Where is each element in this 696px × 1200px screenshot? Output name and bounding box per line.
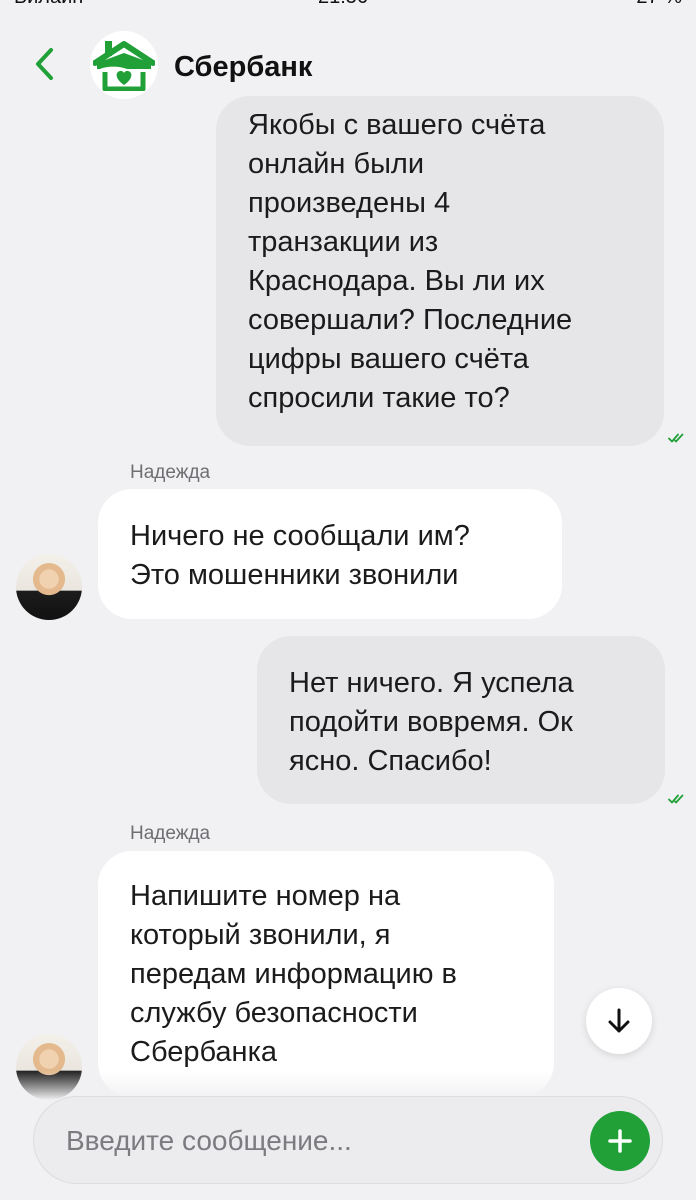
message-line: онлайн были [248, 148, 425, 180]
message-line: подойти вовремя. Ок [289, 706, 573, 738]
sender-name: Надежда [130, 462, 211, 483]
sender-name: Надежда [130, 823, 211, 844]
arrow-down-icon [608, 1008, 630, 1033]
status-time: 21:56 [318, 0, 368, 9]
chat-title: Сбербанк [174, 51, 313, 83]
incoming-message[interactable]: Напишите номер на который звонили, я пер… [98, 851, 554, 1097]
message-line: спросили такие то? [248, 382, 510, 414]
message-line: Краснодара. Вы ли их [248, 265, 545, 297]
back-button[interactable] [22, 42, 66, 86]
message-line: цифры вашего счёта [248, 343, 529, 375]
chevron-left-icon [36, 48, 53, 80]
message-line: Сбербанка [130, 1036, 278, 1068]
outgoing-message[interactable]: Якобы с вашего счёта онлайн были произве… [216, 96, 664, 446]
battery-level: 27 % [636, 0, 682, 9]
double-check-icon [668, 794, 684, 804]
chat-header: Сбербанк [0, 16, 696, 116]
message-line: совершали? Последние [248, 304, 573, 336]
sender-avatar[interactable] [16, 554, 82, 620]
message-line: Нет ничего. Я успела [289, 667, 574, 699]
message-line: передам информацию в [130, 958, 457, 990]
message-line: который звонили, я [130, 919, 391, 951]
sber-home-logo-icon [93, 41, 155, 91]
carrier-name: Билайн [14, 0, 83, 9]
message-line: Это мошенники звонили [130, 559, 459, 591]
message-composer [33, 1096, 663, 1184]
message-line: Ничего не сообщали им? [130, 520, 470, 552]
scroll-down-button[interactable] [586, 988, 652, 1054]
add-attachment-button[interactable] [590, 1111, 650, 1171]
outgoing-message[interactable]: Нет ничего. Я успела подойти вовремя. Ок… [257, 636, 665, 804]
plus-icon [608, 1129, 632, 1153]
chat-avatar[interactable] [90, 31, 158, 99]
message-line: транзакции из [248, 226, 439, 258]
message-line: произведены 4 [248, 187, 451, 219]
incoming-message[interactable]: Ничего не сообщали им? Это мошенники зво… [98, 489, 562, 619]
message-line: ясно. Спасибо! [289, 745, 492, 777]
message-input[interactable] [66, 1121, 566, 1161]
message-line: Напишите номер на [130, 880, 401, 912]
message-line: службу безопасности [130, 997, 418, 1029]
status-bar: Билайн 21:56 27 % [0, 0, 696, 10]
double-check-icon [668, 433, 684, 443]
